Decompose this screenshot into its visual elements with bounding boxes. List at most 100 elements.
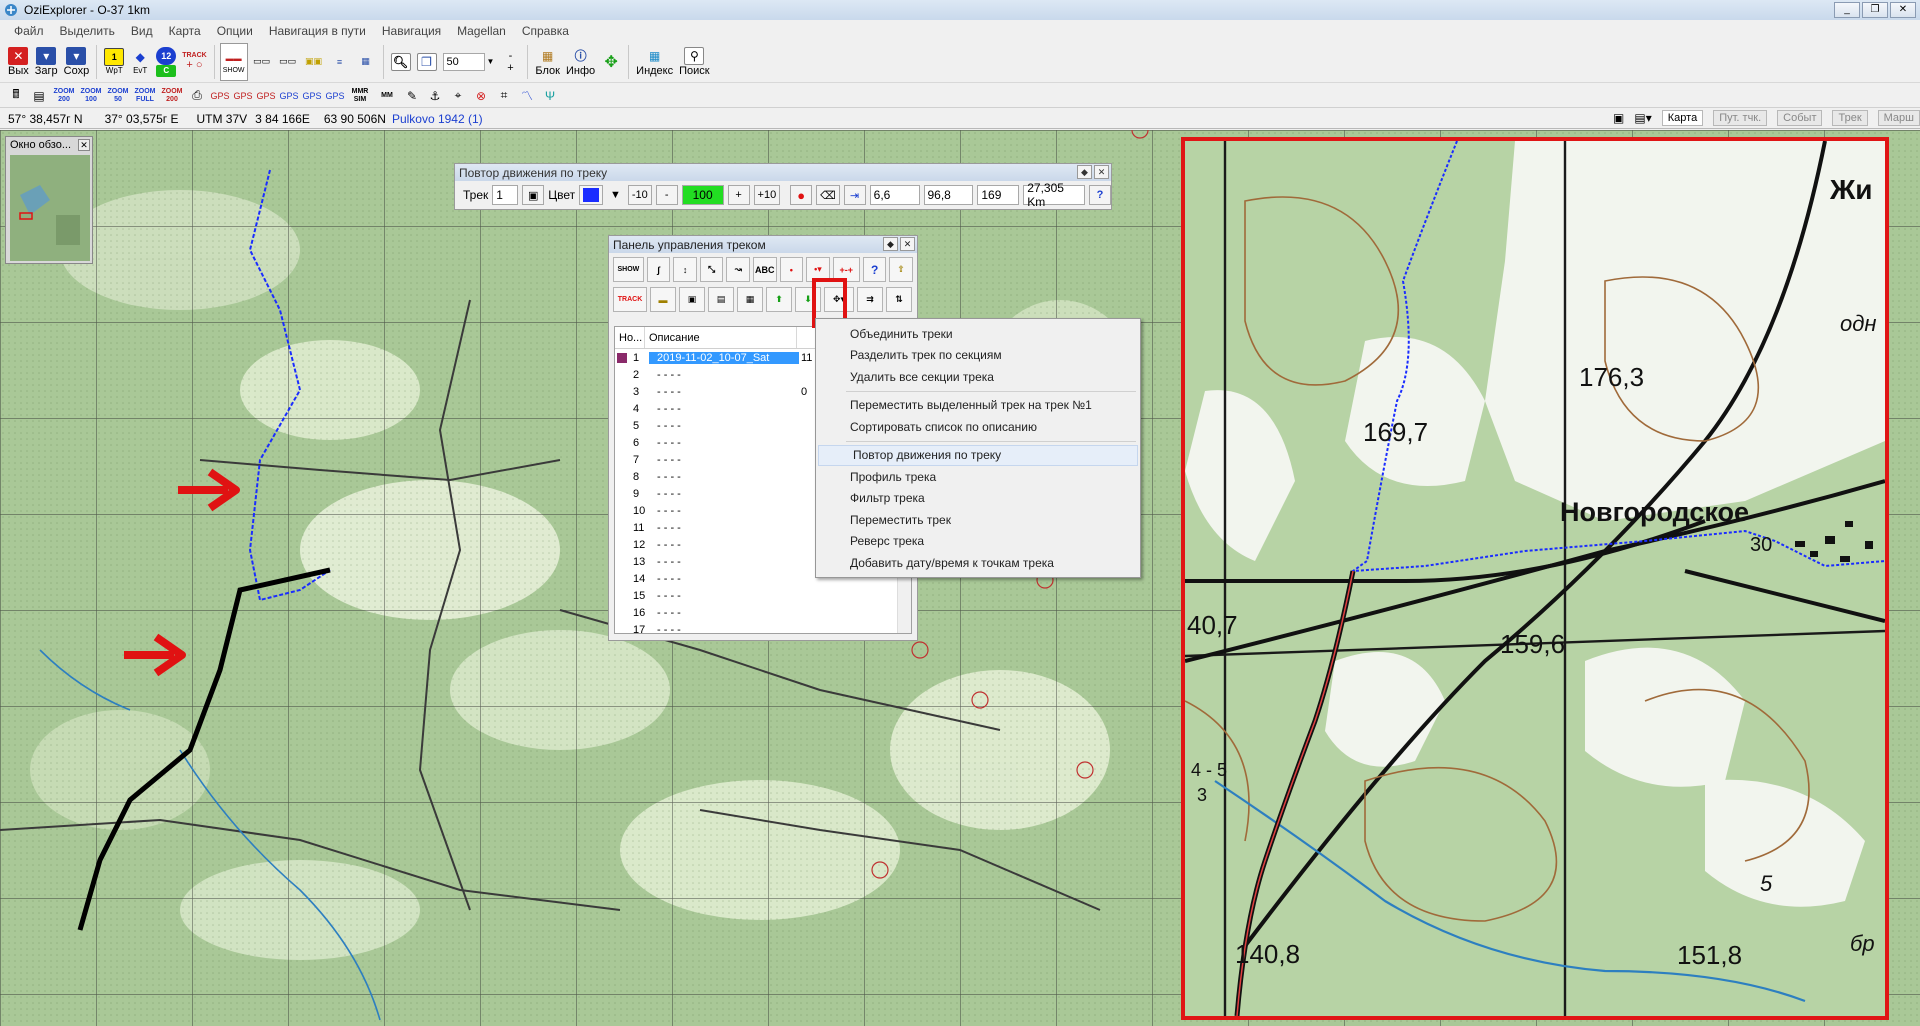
gps-events-icon[interactable]: GPS [325, 87, 345, 105]
move-point-tool[interactable]: ⤡ [699, 257, 724, 282]
track-row[interactable]: 16 - - - - [615, 604, 911, 621]
pencil-icon[interactable]: ✎ [402, 87, 422, 105]
gps-download-icon[interactable]: GPS [233, 87, 253, 105]
menu-move-track[interactable]: Переместить трек [816, 509, 1140, 531]
track-select-icon[interactable]: ▣ [522, 185, 545, 205]
color-dropdown-icon[interactable]: ▼ [607, 185, 624, 205]
waypoint-button[interactable]: 1 WpT [102, 43, 126, 81]
show-grid-button[interactable]: ▦ [354, 43, 378, 81]
tab-routes[interactable]: Марш [1877, 110, 1920, 126]
menu-reverse-track[interactable]: Реверс трека [816, 531, 1140, 553]
menu-moving-map[interactable]: Навигация в пути [261, 24, 374, 38]
zoom-value-field[interactable]: 50 [442, 52, 485, 71]
save-track-tool[interactable]: ▣ [679, 287, 705, 312]
list-tool[interactable]: ▤ [708, 287, 734, 312]
maximize-button[interactable]: ❐ [1862, 2, 1888, 18]
zoom-plus-icon[interactable]: + [507, 62, 513, 74]
menu-sort-by-description[interactable]: Сортировать список по описанию [816, 416, 1140, 438]
menu-move-to-track1[interactable]: Переместить выделенный трек на трек №1 [816, 395, 1140, 417]
curve-tool[interactable]: ↝ [726, 257, 750, 282]
vertical-tool[interactable]: ↕ [673, 257, 697, 282]
zoom-100-button[interactable]: ZOOM 100 [79, 88, 103, 104]
gps-icon[interactable]: 🖩 [6, 87, 26, 105]
search-button[interactable]: ⚲ Поиск [677, 43, 711, 81]
zoom-200b-button[interactable]: ZOOM 200 [160, 88, 184, 104]
route-button[interactable]: 12 C [154, 43, 178, 81]
step-button[interactable]: ⇥ [843, 185, 866, 205]
speed-minus-button[interactable]: - [655, 185, 678, 205]
info-button[interactable]: ⓘ Инфо [564, 43, 597, 81]
track-row[interactable]: 15 - - - - [615, 587, 911, 604]
index-button[interactable]: ▦ Индекс [634, 43, 675, 81]
show-route-button[interactable]: ▣▣ [302, 43, 326, 81]
tab-map[interactable]: Карта [1661, 110, 1704, 126]
tab-events[interactable]: Событ [1777, 110, 1823, 126]
gps-upload-icon[interactable]: GPS [210, 87, 230, 105]
speed-minus10-button[interactable]: -10 [627, 185, 652, 205]
load-track-tool[interactable]: ▦ [737, 287, 763, 312]
close-button[interactable]: ✕ [1890, 2, 1916, 18]
stop-icon[interactable]: ⊗ [471, 87, 491, 105]
zoom-full-button[interactable]: ZOOM FULL [133, 88, 157, 104]
track-replay-panel[interactable]: Повтор движения по треку ◆ ✕ Трек 1 ▣ Цв… [454, 163, 1112, 210]
track-panel-close-icon[interactable]: ✕ [900, 237, 915, 251]
zoom-dropdown-icon[interactable]: ▼ [487, 57, 495, 66]
track-tools-button[interactable]: TRACK + ○ [180, 43, 209, 81]
menu-options[interactable]: Опции [209, 24, 261, 38]
move-up-tool[interactable]: ⬆ [766, 287, 792, 312]
panel-help-button[interactable]: ? [862, 257, 887, 282]
anchor-icon[interactable]: ⚓ [425, 87, 445, 105]
track-panel-pin-icon[interactable]: ◆ [883, 237, 898, 251]
load-button[interactable]: ▾ Загр [33, 43, 60, 81]
menu-select[interactable]: Выделить [52, 24, 123, 38]
menu-help[interactable]: Справка [514, 24, 577, 38]
color-swatch[interactable] [579, 185, 604, 205]
col-number[interactable]: Но... [615, 327, 645, 348]
menu-file[interactable]: Файл [6, 24, 52, 38]
ruler-tool[interactable]: ▬ [650, 287, 676, 312]
window-tool-button[interactable]: ❐ [415, 43, 439, 81]
overview-window[interactable]: Окно обзо... ✕ [5, 136, 93, 264]
block-button[interactable]: ▦ Блок [533, 43, 562, 81]
gps-wpt-icon[interactable]: GPS [302, 87, 322, 105]
zoom-minus-icon[interactable]: - [509, 50, 513, 62]
antenna-icon[interactable]: Ψ [540, 87, 560, 105]
replay-pin-icon[interactable]: ◆ [1077, 165, 1092, 179]
save-dropdown-icon[interactable]: ▤▾ [1634, 111, 1651, 125]
menu-map[interactable]: Карта [161, 24, 209, 38]
mm-button[interactable]: MM [375, 92, 399, 100]
show-wpt-button[interactable]: ▭▭ [250, 43, 274, 81]
menu-navigation[interactable]: Навигация [374, 24, 449, 38]
menu-split-track[interactable]: Разделить трек по секциям [816, 345, 1140, 367]
show-track-tool[interactable]: SHOW [613, 257, 644, 282]
zoom-plusminus[interactable]: - + [498, 43, 522, 81]
mmr-sim-button[interactable]: MMR SIM [348, 88, 372, 104]
zoom-tool-button[interactable]: 🔍︎ [389, 43, 413, 81]
exit-button[interactable]: ✕ Вых [6, 43, 31, 81]
track-row[interactable]: 17 - - - - [615, 621, 911, 634]
erase-button[interactable]: ⌫ [816, 185, 840, 205]
record-button[interactable]: ● [790, 185, 813, 205]
menu-view[interactable]: Вид [123, 24, 161, 38]
menu-delete-sections[interactable]: Удалить все секции трека [816, 366, 1140, 388]
track-rec-tool[interactable]: TRACK [613, 287, 647, 312]
target-icon[interactable]: ⌖ [448, 87, 468, 105]
replay-track-number[interactable]: 1 [492, 185, 519, 205]
draw-track-tool[interactable]: ∫ [646, 257, 671, 282]
overview-minimap[interactable] [10, 155, 90, 261]
zoom-50-button[interactable]: ZOOM 50 [106, 88, 130, 104]
tab-waypoints[interactable]: Пут. тчк. [1713, 110, 1768, 126]
col-description[interactable]: Описание [645, 327, 797, 348]
gps-track-icon[interactable]: GPS [256, 87, 276, 105]
profile-icon[interactable]: 〽 [517, 87, 537, 105]
show-line-button[interactable]: ≡ [328, 43, 352, 81]
pan-button[interactable]: ✥ [599, 43, 623, 81]
zoom-200-button[interactable]: ZOOM 200 [52, 88, 76, 104]
minimize-button[interactable]: _ [1834, 2, 1860, 18]
menu-track-replay[interactable]: Повтор движения по треку [818, 444, 1138, 466]
tab-tracks[interactable]: Трек [1832, 110, 1868, 126]
menu-track-filter[interactable]: Фильтр трека [816, 488, 1140, 510]
point-tool[interactable]: • [779, 257, 804, 282]
menu-add-datetime[interactable]: Добавить дату/время к точкам трека [816, 552, 1140, 574]
abc-tool[interactable]: ABC [753, 257, 777, 282]
